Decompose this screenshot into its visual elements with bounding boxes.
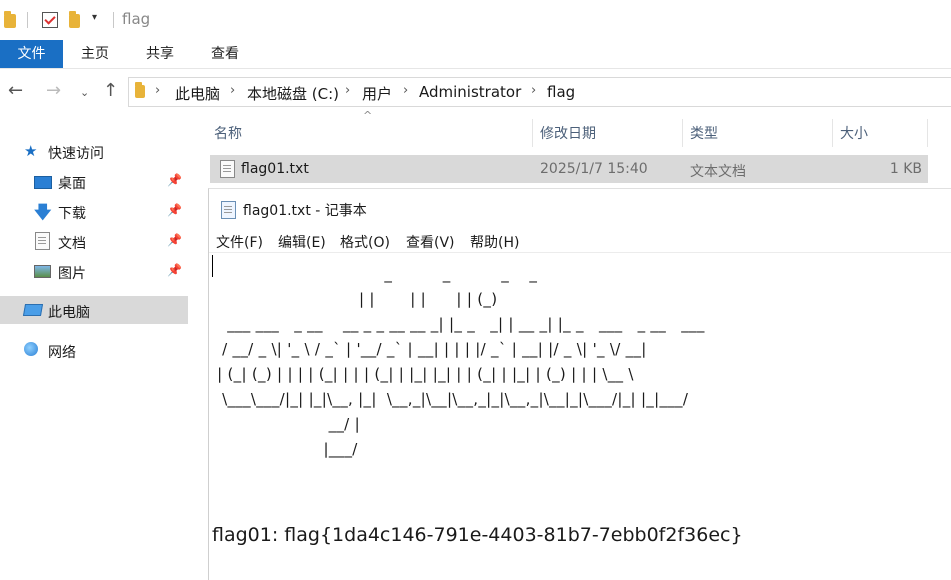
column-modified[interactable]: 修改日期 — [540, 123, 596, 143]
menu-format[interactable]: 格式(O) — [340, 232, 390, 252]
computer-icon — [22, 304, 44, 316]
nav-label: 网络 — [48, 345, 76, 361]
pin-icon[interactable]: 📌 — [167, 233, 182, 247]
document-icon — [35, 232, 50, 250]
up-arrow-icon[interactable]: ↑ — [103, 80, 118, 101]
tab-share[interactable]: 共享 — [135, 40, 185, 68]
breadcrumb-administrator[interactable]: Administrator — [419, 83, 521, 101]
breadcrumb-flag[interactable]: flag — [547, 83, 575, 101]
address-bar[interactable]: › 此电脑 › 本地磁盘 (C:) › 用户 › Administrator ›… — [128, 77, 951, 107]
divider — [27, 12, 28, 28]
folder-icon — [4, 11, 16, 28]
column-header: ^ 名称 修改日期 类型 大小 — [210, 109, 930, 147]
tab-file[interactable]: 文件 — [0, 40, 63, 68]
navigation-pane: ★ 快速访问 桌面 📌 🡇 下载 📌 文档 📌 图片 📌 此电脑 网络 — [0, 115, 190, 579]
file-name: flag01.txt — [241, 161, 309, 177]
menu-file[interactable]: 文件(F) — [216, 232, 263, 252]
pin-icon[interactable]: 📌 — [167, 263, 182, 277]
column-divider[interactable] — [927, 119, 928, 147]
divider — [209, 252, 951, 253]
properties-icon[interactable] — [42, 12, 58, 28]
chevron-right-icon[interactable]: › — [345, 83, 350, 98]
column-divider[interactable] — [832, 119, 833, 147]
column-size[interactable]: 大小 — [840, 123, 868, 143]
nav-this-pc[interactable]: 此电脑 — [0, 296, 188, 324]
picture-icon — [34, 265, 51, 278]
breadcrumb-this-pc[interactable]: 此电脑 — [175, 83, 220, 104]
column-divider[interactable] — [532, 119, 533, 147]
notepad-title: flag01.txt - 记事本 — [243, 203, 367, 219]
nav-quick-access[interactable]: ★ 快速访问 — [0, 137, 188, 165]
forward-arrow-icon[interactable]: → — [46, 80, 61, 101]
nav-label: 文档 — [58, 236, 86, 252]
column-divider[interactable] — [682, 119, 683, 147]
nav-label: 此电脑 — [48, 305, 90, 321]
chevron-right-icon[interactable]: › — [403, 83, 408, 98]
nav-item-downloads[interactable]: 🡇 下载 📌 — [0, 197, 188, 225]
nav-label: 下载 — [58, 206, 86, 222]
customize-quick-access-icon[interactable]: ▾ — [92, 12, 97, 23]
pin-icon[interactable]: 📌 — [167, 203, 182, 217]
desktop-icon — [34, 176, 52, 189]
file-type: 文本文档 — [690, 164, 746, 180]
nav-item-documents[interactable]: 文档 📌 — [0, 227, 188, 255]
column-name[interactable]: 名称 — [214, 123, 242, 143]
nav-item-desktop[interactable]: 桌面 📌 — [0, 167, 188, 195]
file-modified: 2025/1/7 15:40 — [540, 161, 648, 177]
title-bar: ▾ flag — [0, 0, 951, 40]
nav-label: 图片 — [58, 266, 86, 282]
text-file-icon — [220, 160, 235, 178]
breadcrumb-local-disk[interactable]: 本地磁盘 (C:) — [247, 83, 339, 104]
menu-help[interactable]: 帮助(H) — [470, 232, 519, 252]
menu-edit[interactable]: 编辑(E) — [278, 232, 326, 252]
back-arrow-icon[interactable]: ← — [8, 80, 23, 101]
chevron-right-icon[interactable]: › — [531, 83, 536, 98]
menu-view[interactable]: 查看(V) — [406, 232, 455, 252]
breadcrumb-users[interactable]: 用户 — [362, 83, 392, 104]
notepad-icon — [221, 201, 236, 219]
sort-ascending-icon: ^ — [363, 109, 373, 122]
nav-network[interactable]: 网络 — [0, 336, 188, 364]
ribbon-tabs: 文件 主页 共享 查看 — [0, 40, 951, 69]
chevron-right-icon[interactable]: › — [155, 83, 160, 98]
folder-icon — [135, 82, 145, 98]
chevron-right-icon[interactable]: › — [230, 83, 235, 98]
flag-text[interactable]: flag01: flag{1da4c146-791e-4403-81b7-7eb… — [212, 524, 743, 546]
star-icon: ★ — [24, 142, 38, 160]
network-icon — [24, 342, 38, 356]
nav-label: 快速访问 — [48, 146, 104, 162]
column-type[interactable]: 类型 — [690, 123, 718, 143]
nav-item-pictures[interactable]: 图片 📌 — [0, 257, 188, 285]
nav-label: 桌面 — [58, 176, 86, 192]
divider — [113, 12, 114, 28]
download-arrow-icon: 🡇 — [34, 203, 52, 223]
window-title: flag — [122, 10, 151, 28]
tab-view[interactable]: 查看 — [200, 40, 250, 68]
tab-home[interactable]: 主页 — [70, 40, 120, 68]
file-size: 1 KB — [889, 161, 922, 177]
new-folder-icon[interactable] — [69, 11, 80, 28]
file-row[interactable]: flag01.txt 2025/1/7 15:40 文本文档 1 KB — [210, 155, 928, 183]
pin-icon[interactable]: 📌 — [167, 173, 182, 187]
recent-locations-chevron-icon[interactable]: ⌄ — [80, 86, 89, 99]
ascii-art-text[interactable]: _ _ _ _ | | | | | | (_) ___ ___ _ __ __ … — [212, 262, 705, 462]
